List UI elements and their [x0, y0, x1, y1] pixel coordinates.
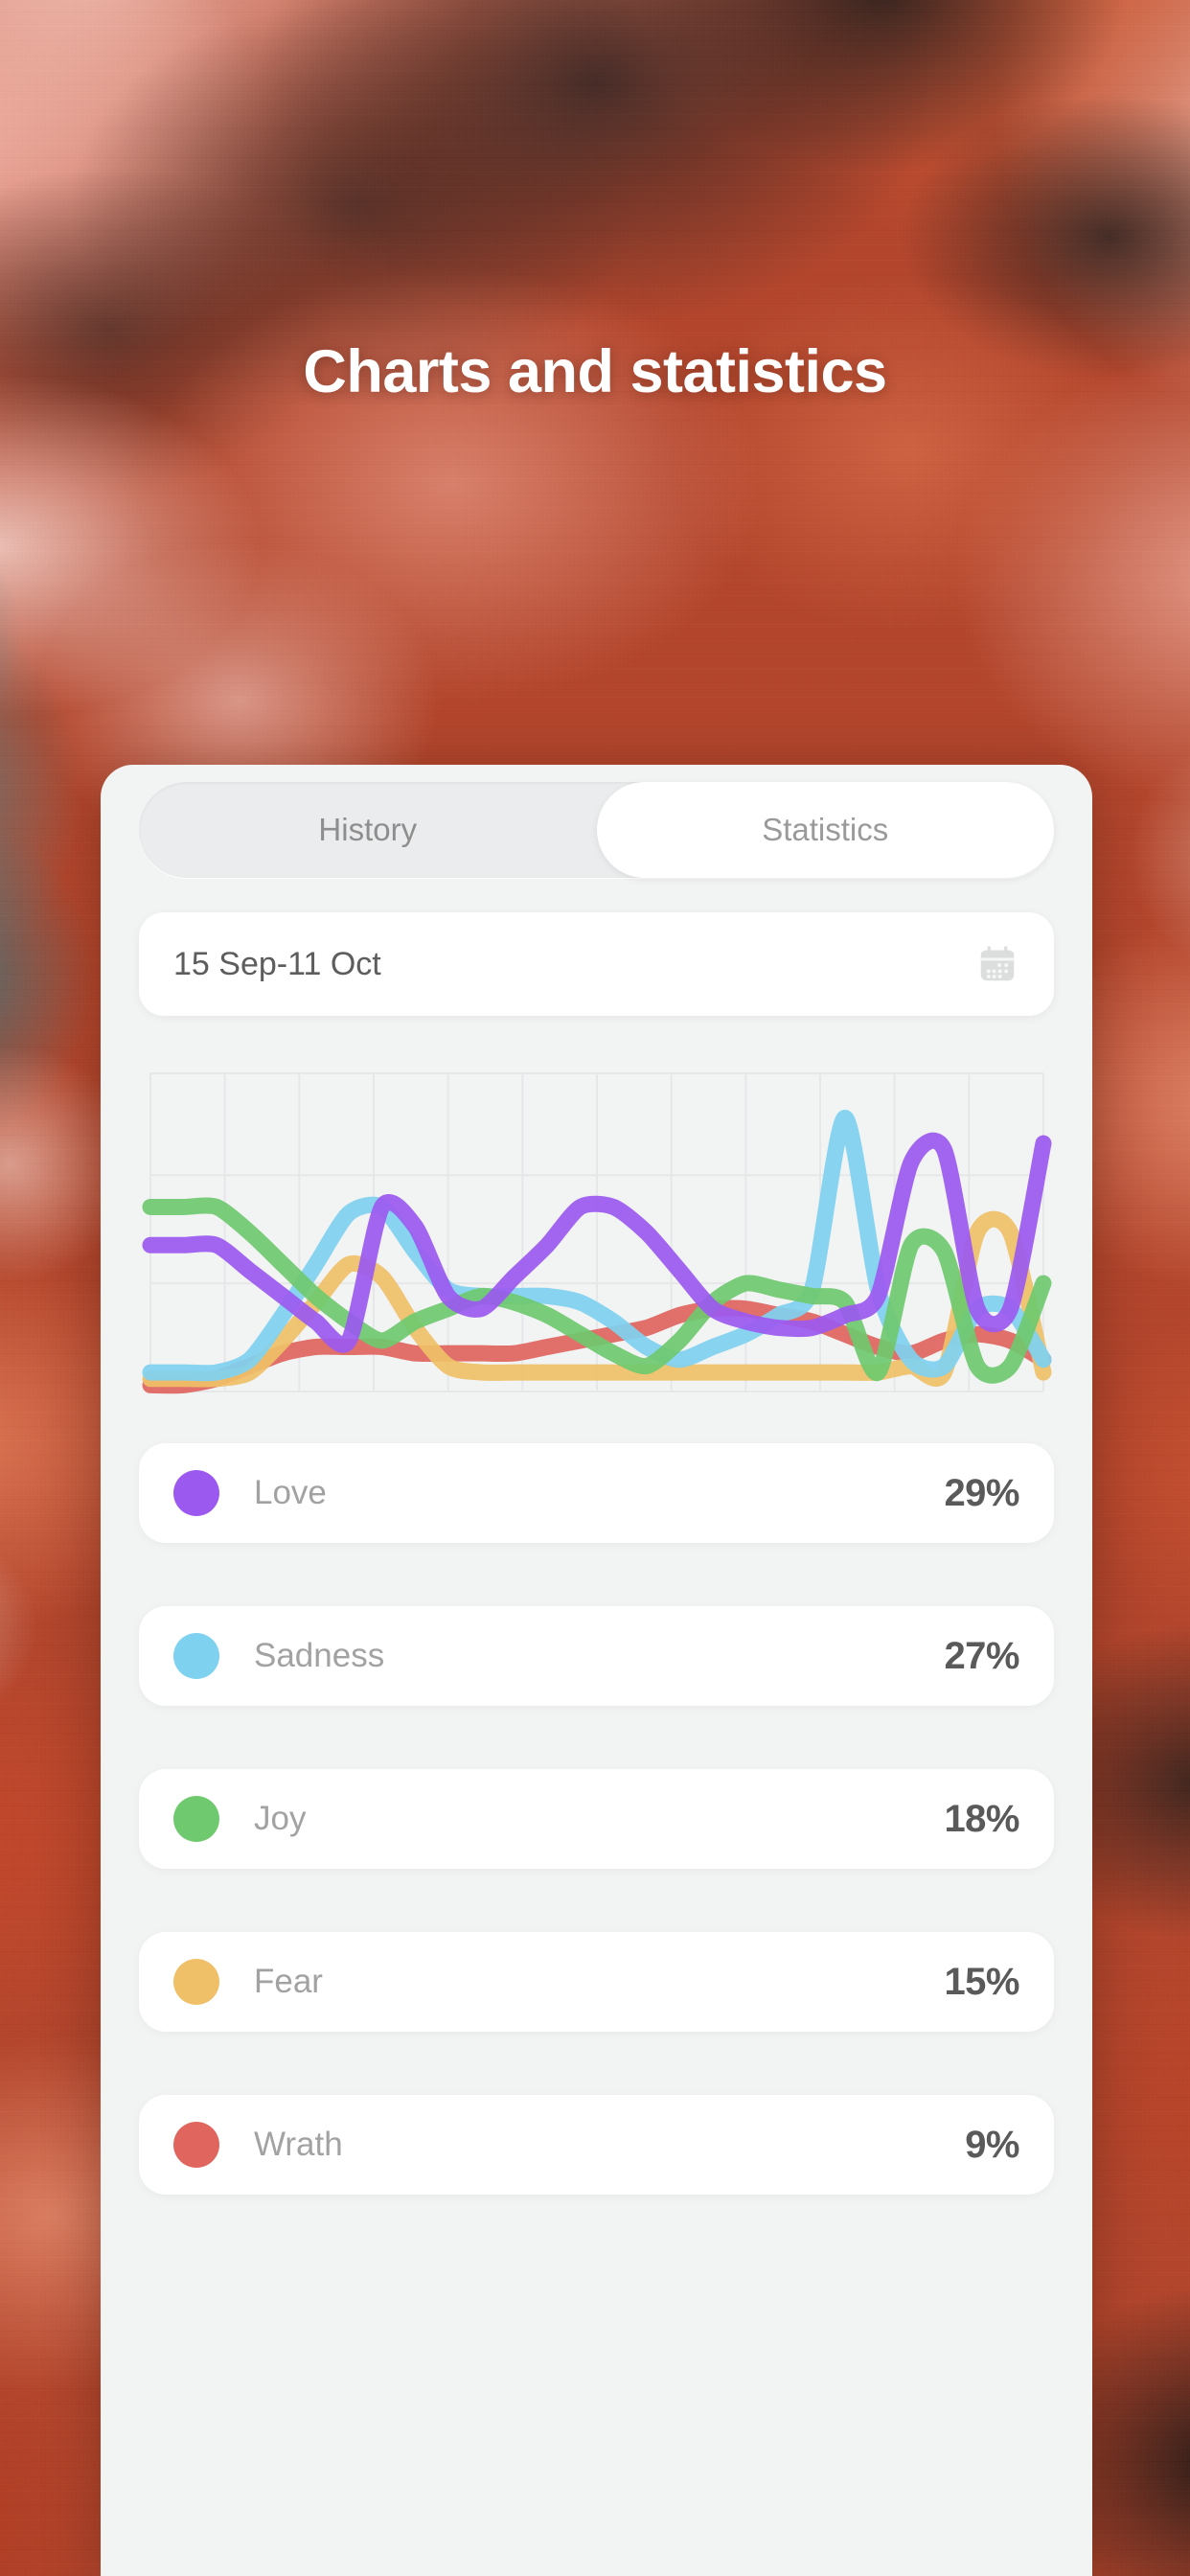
tab-history[interactable]: History [139, 782, 597, 878]
list-item[interactable]: Joy 18% [139, 1769, 1054, 1869]
legend-percent-wrath: 9% [965, 2123, 1019, 2166]
legend-label-sadness: Sadness [254, 1637, 385, 1674]
legend-label-fear: Fear [254, 1963, 323, 2000]
segmented-tab-control[interactable]: History Statistics [139, 782, 1054, 878]
page-title: Charts and statistics [303, 338, 887, 405]
legend-label-wrath: Wrath [254, 2126, 343, 2163]
list-item[interactable]: Fear 15% [139, 1932, 1054, 2032]
date-range-value: 15 Sep-11 Oct [173, 945, 381, 982]
phone-screen-card: History Statistics 15 Sep-11 Oct Love 29… [101, 765, 1092, 2576]
legend-percent-joy: 18% [944, 1797, 1019, 1840]
legend-label-joy: Joy [254, 1800, 307, 1837]
legend-percent-love: 29% [944, 1471, 1019, 1514]
tab-statistics[interactable]: Statistics [596, 782, 1054, 878]
list-item[interactable]: Wrath 9% [139, 2095, 1054, 2195]
legend-label-love: Love [254, 1474, 327, 1511]
legend-percent-sadness: 27% [944, 1634, 1019, 1677]
list-item[interactable]: Sadness 27% [139, 1606, 1054, 1706]
calendar-icon[interactable] [975, 942, 1019, 986]
color-dot-love [173, 1470, 219, 1516]
date-range-selector[interactable]: 15 Sep-11 Oct [139, 912, 1054, 1016]
emotion-legend-list: Love 29% Sadness 27% Joy 18% Fear 15% Wr… [139, 1443, 1054, 2258]
legend-percent-fear: 15% [944, 1960, 1019, 2003]
color-dot-fear [173, 1959, 219, 2005]
color-dot-joy [173, 1796, 219, 1842]
emotions-line-chart[interactable] [127, 1056, 1066, 1413]
color-dot-wrath [173, 2122, 219, 2168]
list-item[interactable]: Love 29% [139, 1443, 1054, 1543]
color-dot-sadness [173, 1633, 219, 1679]
